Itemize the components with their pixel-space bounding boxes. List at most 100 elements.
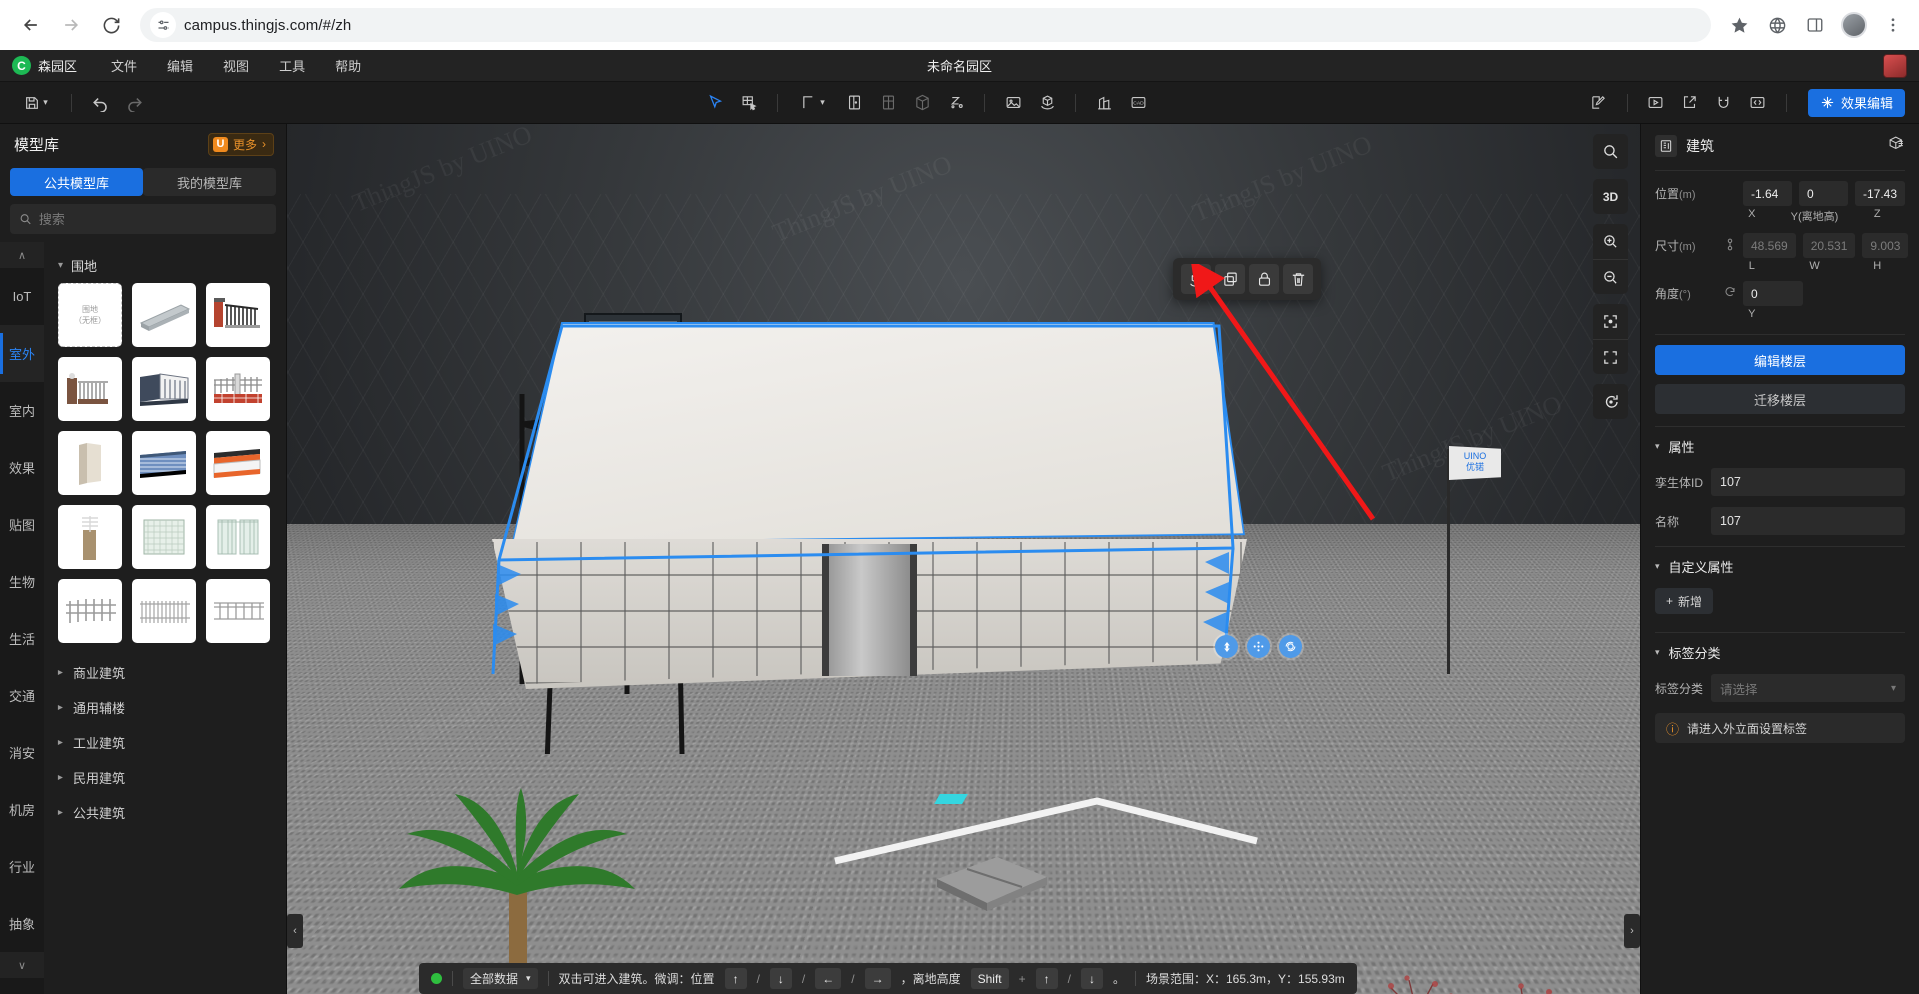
orbit-button[interactable] xyxy=(1593,384,1628,419)
model-thumb[interactable]: {} xyxy=(132,431,196,495)
profile-avatar-icon[interactable] xyxy=(1841,12,1867,38)
menu-item-edit[interactable]: 编辑 xyxy=(167,56,193,75)
size-height-input[interactable]: 9.003 xyxy=(1862,233,1909,258)
group-industrial-building[interactable]: ▾ 工业建筑 xyxy=(54,725,286,760)
chrome-menu-icon[interactable] xyxy=(1881,13,1905,37)
code-button[interactable] xyxy=(1743,89,1773,117)
menu-item-tools[interactable]: 工具 xyxy=(279,56,305,75)
fit-view-button[interactable] xyxy=(1593,339,1628,374)
menu-item-file[interactable]: 文件 xyxy=(111,56,137,75)
size-length-input[interactable]: 48.569 xyxy=(1743,233,1796,258)
wall-tool[interactable]: ▾ xyxy=(791,89,835,117)
address-bar[interactable]: campus.thingjs.com/#/zh xyxy=(140,8,1711,42)
category-effects[interactable]: 效果 xyxy=(0,439,44,496)
undo-button[interactable] xyxy=(85,89,115,117)
model-thumb[interactable] xyxy=(206,505,270,569)
view-mode-3d-button[interactable]: 3D xyxy=(1593,179,1628,214)
tab-public-library[interactable]: 公共模型库 xyxy=(10,168,143,196)
region-select-tool[interactable] xyxy=(734,89,764,117)
effect-edit-button[interactable]: 效果编辑 xyxy=(1807,88,1905,117)
rail-scroll-down-button[interactable]: ∨ xyxy=(0,952,44,978)
share-button[interactable] xyxy=(1675,89,1705,117)
data-filter-select[interactable]: 全部数据 ▾ xyxy=(463,968,538,989)
model-group-header[interactable]: ▾ 围地 xyxy=(58,256,286,275)
save-button[interactable]: ▾ xyxy=(14,89,58,117)
tag-category-select[interactable]: 请选择 ▾ xyxy=(1711,674,1905,702)
move-pivot-button[interactable] xyxy=(1181,264,1211,294)
menu-item-help[interactable]: 帮助 xyxy=(335,56,361,75)
search-input[interactable] xyxy=(38,211,267,227)
model-thumb[interactable] xyxy=(132,505,196,569)
model-thumb[interactable] xyxy=(132,579,196,643)
category-industry[interactable]: 行业 xyxy=(0,838,44,895)
redo-button[interactable] xyxy=(119,89,149,117)
attributes-section-header[interactable]: ▾ 属性 xyxy=(1655,437,1905,456)
edit-mode-button[interactable] xyxy=(1584,89,1614,117)
model-thumb[interactable] xyxy=(58,431,122,495)
more-models-button[interactable]: U 更多 › xyxy=(207,132,274,156)
rotate-reset-icon[interactable] xyxy=(1724,286,1736,301)
link-ratio-icon[interactable] xyxy=(1724,238,1736,254)
angle-y-input[interactable]: 0 xyxy=(1743,281,1803,306)
category-indoor[interactable]: 室内 xyxy=(0,382,44,439)
model-list-icon[interactable] xyxy=(1888,135,1905,157)
group-commercial-building[interactable]: ▾ 商业建筑 xyxy=(54,655,286,690)
select-tool[interactable] xyxy=(700,89,730,117)
site-settings-icon[interactable] xyxy=(150,12,176,38)
model-thumb[interactable] xyxy=(206,357,270,421)
preview-button[interactable] xyxy=(1641,89,1671,117)
group-public-building[interactable]: ▾ 公共建筑 xyxy=(54,795,286,830)
rail-scroll-up-button[interactable]: ∧ xyxy=(0,242,44,268)
category-server-room[interactable]: 机房 xyxy=(0,781,44,838)
door-tool[interactable] xyxy=(839,89,869,117)
category-life[interactable]: 生活 xyxy=(0,610,44,667)
forward-arrow-icon[interactable] xyxy=(54,8,88,42)
rotate-gizmo[interactable] xyxy=(1279,635,1302,658)
collapse-right-panel-button[interactable]: › xyxy=(1624,914,1640,948)
position-y-input[interactable]: 0 xyxy=(1798,181,1848,206)
window-tool[interactable] xyxy=(873,89,903,117)
twin-id-input[interactable]: 107 xyxy=(1711,468,1905,496)
name-input[interactable]: 107 xyxy=(1711,507,1905,535)
edit-floor-button[interactable]: 编辑楼层 xyxy=(1655,345,1905,375)
position-z-input[interactable]: -17.43 xyxy=(1854,181,1905,206)
lock-button[interactable] xyxy=(1249,264,1279,294)
model-thumb[interactable] xyxy=(58,505,122,569)
tab-my-library[interactable]: 我的模型库 xyxy=(143,168,276,196)
duplicate-button[interactable] xyxy=(1215,264,1245,294)
category-textures[interactable]: 贴图 xyxy=(0,496,44,553)
collapse-left-panel-button[interactable]: ‹ xyxy=(287,914,303,948)
tag-category-section-header[interactable]: ▾ 标签分类 xyxy=(1655,643,1905,662)
split-screen-icon[interactable] xyxy=(1803,13,1827,37)
extensions-icon[interactable] xyxy=(1765,13,1789,37)
bookmark-star-icon[interactable] xyxy=(1727,13,1751,37)
focus-selection-button[interactable] xyxy=(1593,304,1628,339)
delete-button[interactable] xyxy=(1283,264,1313,294)
category-iot[interactable]: IoT xyxy=(0,268,44,325)
migrate-floor-button[interactable]: 迁移楼层 xyxy=(1655,384,1905,414)
column-tool[interactable] xyxy=(907,89,937,117)
back-arrow-icon[interactable] xyxy=(14,8,48,42)
model-thumb[interactable]: 围地 （无框） xyxy=(58,283,122,347)
category-fire-safety[interactable]: 消安 xyxy=(0,724,44,781)
model-tool[interactable] xyxy=(1032,89,1062,117)
category-abstract[interactable]: 抽象 xyxy=(0,895,44,952)
zoom-out-button[interactable] xyxy=(1593,259,1628,294)
zoom-in-button[interactable] xyxy=(1593,224,1628,259)
planar-move-gizmo[interactable] xyxy=(1247,635,1270,658)
model-thumb[interactable] xyxy=(58,579,122,643)
building-tool[interactable] xyxy=(1089,89,1119,117)
vertical-move-gizmo[interactable] xyxy=(1215,635,1238,658)
group-general-annex[interactable]: ▾ 通用辅楼 xyxy=(54,690,286,725)
custom-attributes-section-header[interactable]: ▾ 自定义属性 xyxy=(1655,557,1905,576)
app-brand[interactable]: C 森园区 xyxy=(12,56,77,75)
cad-import-tool[interactable]: CAD xyxy=(1123,89,1153,117)
menu-item-view[interactable]: 视图 xyxy=(223,56,249,75)
library-search-box[interactable] xyxy=(10,204,276,234)
reload-icon[interactable] xyxy=(94,8,128,42)
category-outdoor[interactable]: 室外 xyxy=(0,325,44,382)
add-custom-attribute-button[interactable]: + 新增 xyxy=(1655,588,1714,614)
model-thumb[interactable] xyxy=(132,357,196,421)
image-tool[interactable] xyxy=(998,89,1028,117)
search-scene-button[interactable] xyxy=(1593,134,1628,169)
